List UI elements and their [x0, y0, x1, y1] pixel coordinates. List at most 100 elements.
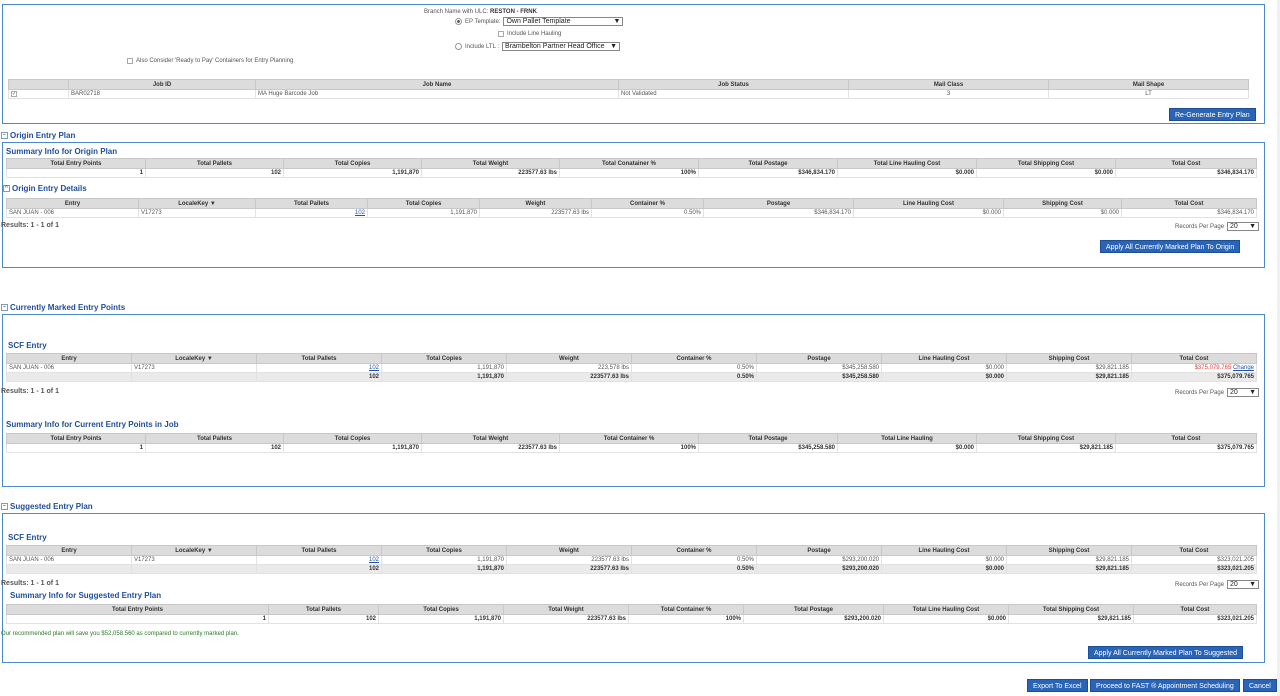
export-to-excel-button[interactable]: Export To Excel	[1027, 679, 1088, 692]
suggested-entry-plan-label: Suggested Entry Plan	[10, 502, 93, 511]
cell: 102	[145, 443, 284, 453]
col-localekey[interactable]: LocaleKey ▼	[131, 353, 257, 364]
cell: $0.000	[881, 372, 1007, 382]
records-per-page-select[interactable]: 20 ▼	[1227, 580, 1260, 589]
origin-details-table: Entry LocaleKey ▼ Total Pallets Total Co…	[6, 198, 1257, 218]
change-link[interactable]: Change	[1233, 365, 1254, 371]
collapse-icon[interactable]: −	[1, 304, 8, 311]
currently-marked-panel	[2, 314, 1265, 487]
cell: 1,191,870	[381, 372, 507, 382]
origin-results-count: Results: 1 - 1 of 1	[1, 222, 59, 229]
col-line-hauling[interactable]: Line Hauling Cost	[881, 545, 1007, 556]
cell	[6, 564, 132, 574]
col-weight[interactable]: Weight	[506, 545, 632, 556]
suggested-table: Entry LocaleKey ▼ Total Pallets Total Co…	[6, 545, 1257, 574]
col-postage[interactable]: Postage	[703, 198, 854, 209]
cell: $29,821.185	[1008, 614, 1134, 624]
records-per-page-label: Records Per Page	[1175, 389, 1225, 396]
col-entry[interactable]: Entry	[6, 545, 132, 556]
col-container[interactable]: Container %	[631, 545, 757, 556]
col-total-pallets[interactable]: Total Pallets	[256, 545, 382, 556]
col-localekey[interactable]: LocaleKey ▼	[131, 545, 257, 556]
cell: $323,021.205	[1133, 614, 1257, 624]
origin-entry-plan-title[interactable]: − Origin Entry Plan	[1, 131, 75, 140]
job-selection-panel	[2, 4, 1265, 124]
suggested-entry-plan-title[interactable]: − Suggested Entry Plan	[1, 502, 93, 511]
ep-template-label: EP Template:	[465, 18, 501, 25]
col-total-copies[interactable]: Total Copies	[367, 198, 480, 209]
table-row[interactable]: ✓ BAR02718 MA Huge Barcode Job Not Valid…	[8, 89, 1249, 99]
cancel-button[interactable]: Cancel	[1243, 679, 1277, 692]
apply-to-suggested-button[interactable]: Apply All Currently Marked Plan To Sugge…	[1088, 646, 1244, 659]
col-shipping-cost[interactable]: Shipping Cost	[1003, 198, 1122, 209]
suggested-records-per-page: Records Per Page 20 ▼	[1175, 580, 1260, 589]
marked-results-count: Results: 1 - 1 of 1	[1, 388, 59, 395]
col-total-copies[interactable]: Total Copies	[381, 353, 507, 364]
col-container[interactable]: Container %	[631, 353, 757, 364]
col-line-hauling[interactable]: Line Hauling Cost	[853, 198, 1004, 209]
origin-entry-details-title[interactable]: ^ Origin Entry Details	[3, 184, 87, 193]
collapse-icon[interactable]: −	[1, 132, 8, 139]
collapse-icon[interactable]: −	[1, 503, 8, 510]
col-header: Total Pallets	[145, 433, 284, 444]
apply-to-origin-button[interactable]: Apply All Currently Marked Plan To Origi…	[1100, 240, 1241, 253]
col-shipping-cost[interactable]: Shipping Cost	[1006, 545, 1132, 556]
also-consider-checkbox[interactable]	[127, 58, 133, 64]
pallets-cell: 102	[255, 208, 368, 218]
regenerate-entry-plan-button[interactable]: Re-Generate Entry Plan	[1169, 108, 1256, 121]
col-entry[interactable]: Entry	[6, 353, 132, 364]
col-total-cost[interactable]: Total Cost	[1121, 198, 1257, 209]
ep-template-radio[interactable]	[455, 18, 462, 25]
cell: $0.000	[976, 168, 1116, 178]
suggested-panel	[2, 513, 1265, 663]
col-localekey[interactable]: LocaleKey ▼	[138, 198, 256, 209]
include-ltl-radio[interactable]	[455, 43, 462, 50]
table-row: SAN JUAN - 006 V17273 102 1,191,870 223,…	[6, 363, 1257, 373]
copies-cell: 1,191,870	[381, 363, 507, 373]
ep-template-row: EP Template: Own Pallet Template ▼	[455, 17, 624, 26]
cell: 1	[6, 614, 269, 624]
job-table-header: Job ID Job Name Job Status Mail Class Ma…	[8, 79, 1249, 90]
cell: $0.000	[837, 168, 977, 178]
col-total-pallets[interactable]: Total Pallets	[256, 353, 382, 364]
branch-value: RESTON - FRNK	[490, 9, 537, 15]
cell: 1,191,870	[381, 564, 507, 574]
col-postage[interactable]: Postage	[756, 545, 882, 556]
postage-cell: $345,258.580	[756, 363, 882, 373]
line-hauling-row: Include Line Hauling	[498, 31, 561, 37]
marked-header: Entry LocaleKey ▼ Total Pallets Total Co…	[6, 353, 1257, 364]
container-cell: 0.50%	[631, 555, 757, 565]
col-total-cost[interactable]: Total Cost	[1131, 545, 1257, 556]
col-header: Total Pallets	[145, 158, 284, 169]
pallets-link[interactable]: 102	[369, 557, 379, 563]
col-total-copies[interactable]: Total Copies	[381, 545, 507, 556]
col-entry[interactable]: Entry	[6, 198, 139, 209]
pallets-link[interactable]: 102	[369, 365, 379, 371]
ep-template-select[interactable]: Own Pallet Template ▼	[503, 17, 624, 26]
records-per-page-select[interactable]: 20 ▼	[1227, 388, 1260, 397]
col-total-pallets[interactable]: Total Pallets	[255, 198, 368, 209]
localekey-cell: V17273	[131, 555, 257, 565]
col-weight[interactable]: Weight	[506, 353, 632, 364]
cell	[131, 564, 257, 574]
col-weight[interactable]: Weight	[479, 198, 592, 209]
col-line-hauling[interactable]: Line Hauling Cost	[881, 353, 1007, 364]
include-line-hauling-checkbox[interactable]	[498, 31, 504, 37]
pallets-link[interactable]: 102	[355, 210, 365, 216]
job-checkbox[interactable]: ✓	[11, 90, 17, 97]
col-container[interactable]: Container %	[591, 198, 704, 209]
col-postage[interactable]: Postage	[756, 353, 882, 364]
proceed-to-fast-button[interactable]: Proceed to FAST ® Appointment Scheduling	[1090, 679, 1240, 692]
collapse-icon[interactable]: ^	[3, 185, 10, 192]
col-job-status: Job Status	[618, 79, 849, 90]
cell	[131, 372, 257, 382]
currently-marked-title[interactable]: − Currently Marked Entry Points	[1, 303, 125, 312]
records-per-page-select[interactable]: 20 ▼	[1227, 222, 1260, 231]
col-total-cost[interactable]: Total Cost	[1131, 353, 1257, 364]
container-cell: 0.50%	[591, 208, 704, 218]
job-table: Job ID Job Name Job Status Mail Class Ma…	[8, 79, 1249, 99]
ltl-select[interactable]: Brambelton Partner Head Office ▼	[502, 42, 621, 51]
col-shipping-cost[interactable]: Shipping Cost	[1006, 353, 1132, 364]
cell: $293,200.020	[743, 614, 884, 624]
row-checkbox-cell[interactable]: ✓	[8, 89, 69, 99]
